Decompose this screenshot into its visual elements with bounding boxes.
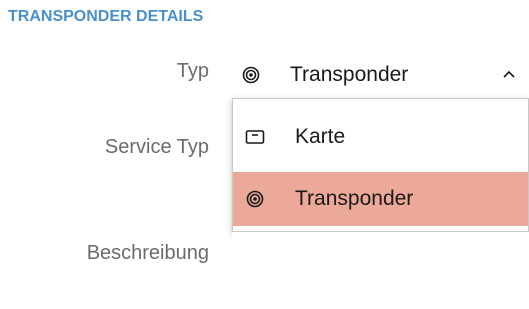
typ-label: Typ xyxy=(176,60,209,82)
dropdown-option-label: Transponder xyxy=(295,187,414,210)
transponder-details-panel: TRANSPONDER DETAILS Typ Service Typ Besc… xyxy=(0,0,529,309)
dropdown-option-transponder[interactable]: Transponder xyxy=(233,172,528,226)
card-icon xyxy=(245,127,265,147)
dropdown-option-label: Karte xyxy=(295,125,346,148)
typ-select-value: Transponder xyxy=(290,63,409,86)
typ-dropdown-list: Karte Transponder xyxy=(232,98,529,232)
beschreibung-field[interactable] xyxy=(232,232,529,309)
dropdown-option-karte[interactable]: Karte xyxy=(233,110,528,164)
typ-select[interactable]: Transponder xyxy=(232,52,529,98)
transponder-icon xyxy=(242,66,260,84)
chevron-up-icon[interactable] xyxy=(501,66,517,82)
service-typ-label: Service Typ xyxy=(104,136,209,158)
beschreibung-label: Beschreibung xyxy=(86,242,209,264)
section-title: TRANSPONDER DETAILS xyxy=(8,8,204,25)
transponder-icon xyxy=(245,189,265,209)
